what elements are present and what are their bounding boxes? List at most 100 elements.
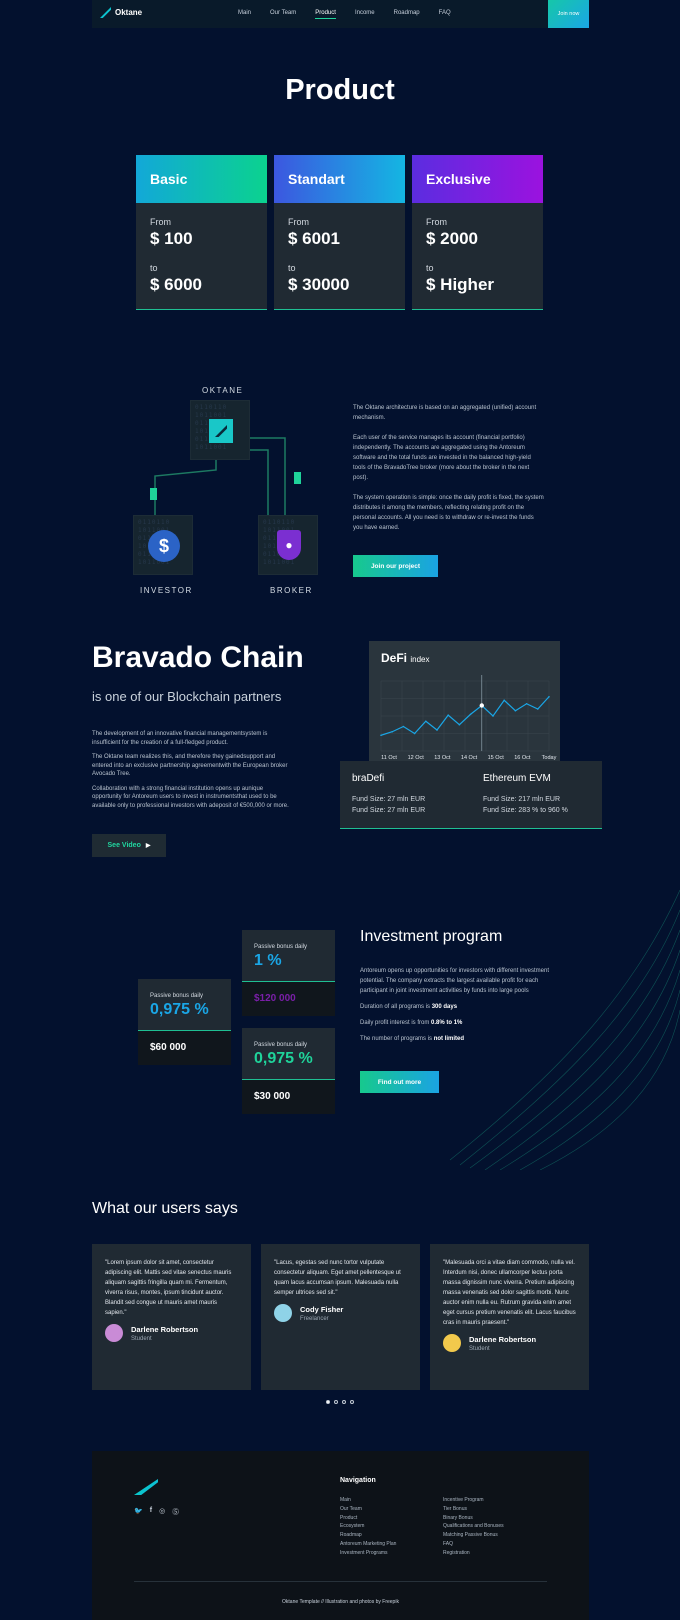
from-value: $ 100	[150, 229, 193, 248]
data-point	[525, 702, 528, 705]
data-point	[425, 720, 427, 723]
join-now-button[interactable]: Join now	[548, 0, 589, 28]
oktane-chip: 0110110 1011001 0110110 1011001 0110110 …	[190, 400, 250, 460]
nav-link-main[interactable]: Main	[238, 10, 251, 19]
footer-link[interactable]: Main	[340, 1496, 396, 1505]
fund-card-ethereum[interactable]: Ethereum EVM Fund Size: 217 mln EUR Fund…	[471, 761, 602, 829]
testimonial-card: "Lacus, egestas sed nunc tortor vulputat…	[261, 1244, 420, 1390]
testimonials-title: What our users says	[92, 1200, 238, 1217]
bonus-label: Passive bonus daily	[150, 993, 204, 999]
hover-point	[479, 703, 484, 708]
fund-name: Ethereum EVM	[483, 773, 551, 784]
nav-link-our-team[interactable]: Our Team	[270, 10, 296, 19]
footer-link[interactable]: Antoreum Marketing Plan	[340, 1540, 396, 1549]
from-label: From	[288, 217, 309, 227]
nav-link-roadmap[interactable]: Roadmap	[394, 10, 420, 19]
investment-title: Investment program	[360, 928, 503, 945]
from-label: From	[426, 217, 447, 227]
bonus-card-1[interactable]: Passive bonus daily 0,975 % $60 000	[138, 979, 231, 1065]
footer-link[interactable]: Incentive Program	[443, 1496, 504, 1505]
nav-links: Main Our Team Product Income Roadmap FAQ	[238, 10, 451, 19]
from-value: $ 2000	[426, 229, 478, 248]
footer-nav-title: Navigation	[340, 1477, 376, 1484]
avatar	[274, 1304, 292, 1322]
author-name: Darlene Robertson	[131, 1324, 199, 1334]
testimonial-quote: "Malesuada orci a vitae diam commodo, nu…	[443, 1260, 576, 1326]
product-card-basic[interactable]: Basic From $ 100 to $ 6000	[136, 155, 267, 310]
data-point	[413, 732, 416, 735]
fund-line: Fund Size: 27 mln EUR	[352, 807, 426, 814]
bravado-subtitle: is one of our Blockchain partners	[92, 689, 282, 704]
fund-line: Fund Size: 27 mln EUR	[352, 796, 426, 803]
carousel-dot[interactable]	[326, 1400, 330, 1404]
carousel-dot[interactable]	[334, 1400, 338, 1404]
footer-logo-icon[interactable]	[134, 1479, 158, 1495]
bravado-paragraph: The Oktane team realizes this, and there…	[92, 754, 288, 777]
product-card-standart[interactable]: Standart From $ 6001 to $ 30000	[274, 155, 405, 310]
bonus-label: Passive bonus daily	[254, 1042, 308, 1048]
defi-chart-card: DeFi index 11 Oct 12 Oct 13 Oct 14 Oct 15 Oc…	[369, 641, 560, 767]
carousel-dot[interactable]	[342, 1400, 346, 1404]
fund-card-bradefi[interactable]: braDefi Fund Size: 27 mln EUR Fund Size:…	[340, 761, 471, 829]
nav-link-income[interactable]: Income	[355, 10, 375, 19]
footer-link[interactable]: Product	[340, 1514, 396, 1523]
avatar	[105, 1324, 123, 1342]
nav-link-product[interactable]: Product	[315, 10, 336, 19]
broker-chip: 0110110 1011001 0110110 1011001 0110110 …	[258, 515, 318, 575]
product-card-exclusive[interactable]: Exclusive From $ 2000 to $ Higher	[412, 155, 543, 310]
footer-link[interactable]: Binary Bonus	[443, 1514, 504, 1523]
footer-link[interactable]: Tier Bonus	[443, 1505, 504, 1514]
bonus-label: Passive bonus daily	[254, 944, 308, 950]
bonus-card-3[interactable]: Passive bonus daily 0,975 % $30 000	[242, 1028, 335, 1114]
data-point	[447, 714, 449, 716]
instagram-icon[interactable]: ◎	[159, 1507, 165, 1517]
footer-link[interactable]: Investment Programs	[340, 1549, 396, 1558]
author-role: Freelancer	[300, 1315, 329, 1322]
pinterest-icon[interactable]: ⓹	[172, 1507, 179, 1517]
footer-nav-column-2: Incentive Program Tier Bonus Binary Bonu…	[443, 1496, 504, 1558]
to-label: to	[288, 263, 296, 273]
to-value: $ 30000	[288, 275, 350, 294]
architecture-text: The Oktane architecture is based on an a…	[353, 403, 545, 533]
fund-line: Fund Size: 283 % to 960 %	[483, 807, 568, 814]
footer-link[interactable]: Our Team	[340, 1505, 396, 1514]
data-point	[436, 729, 438, 731]
architecture-paragraph: The Oktane architecture is based on an a…	[353, 405, 537, 421]
bonus-amount: $30 000	[242, 1080, 335, 1114]
footer-link[interactable]: Matching Passive Bonus	[443, 1531, 504, 1540]
footer-divider	[134, 1581, 547, 1582]
data-point	[503, 699, 505, 702]
oktane-logo-icon	[100, 7, 111, 18]
data-point	[391, 730, 393, 733]
architecture-paragraph: Each user of the service manages its acc…	[353, 435, 531, 481]
broker-label: BROKER	[270, 586, 313, 595]
join-project-button[interactable]: Join our project	[353, 555, 438, 577]
product-title: Product	[285, 74, 395, 106]
see-video-button[interactable]: See Video ▶	[92, 834, 166, 857]
bonus-percent: 0,975 %	[150, 1001, 209, 1018]
find-out-more-button[interactable]: Find out more	[360, 1071, 439, 1093]
footer-link[interactable]: FAQ	[443, 1540, 504, 1549]
footer-link[interactable]: Ecosystem	[340, 1522, 396, 1531]
footer-copyright: Oktane Template // Illustration and phot…	[282, 1599, 399, 1605]
fund-name: braDefi	[352, 773, 385, 784]
investor-chip: 0110110 1011001 0110110 1011001 0110110 …	[133, 515, 193, 575]
data-point	[537, 708, 539, 710]
footer-link[interactable]: Qualifications and Bonuses	[443, 1522, 504, 1531]
footer-link[interactable]: Roadmap	[340, 1531, 396, 1540]
facebook-icon[interactable]: f	[150, 1507, 152, 1517]
testimonial-card: "Lorem ipsum dolor sit amet, consectetur…	[92, 1244, 251, 1390]
oktane-label: OKTANE	[202, 386, 244, 395]
testimonial-card: "Malesuada orci a vitae diam commodo, nu…	[430, 1244, 589, 1390]
bonus-amount: $60 000	[138, 1031, 231, 1065]
twitter-icon[interactable]: 🐦	[134, 1507, 143, 1517]
bravado-paragraph: Collaboration with a strong financial in…	[92, 785, 289, 809]
bonus-card-2[interactable]: Passive bonus daily 1 % $120 000	[242, 930, 335, 1016]
footer-link[interactable]: Registration	[443, 1549, 504, 1558]
brand-logo[interactable]: Oktane	[100, 7, 142, 18]
testimonial-quote: "Lacus, egestas sed nunc tortor vulputat…	[274, 1260, 401, 1296]
carousel-dot[interactable]	[350, 1400, 354, 1404]
author-role: Student	[131, 1335, 152, 1342]
nav-link-faq[interactable]: FAQ	[439, 10, 451, 19]
defi-line-chart: 11 Oct 12 Oct 13 Oct 14 Oct 15 Oct 16 Oct Toda…	[380, 675, 557, 761]
